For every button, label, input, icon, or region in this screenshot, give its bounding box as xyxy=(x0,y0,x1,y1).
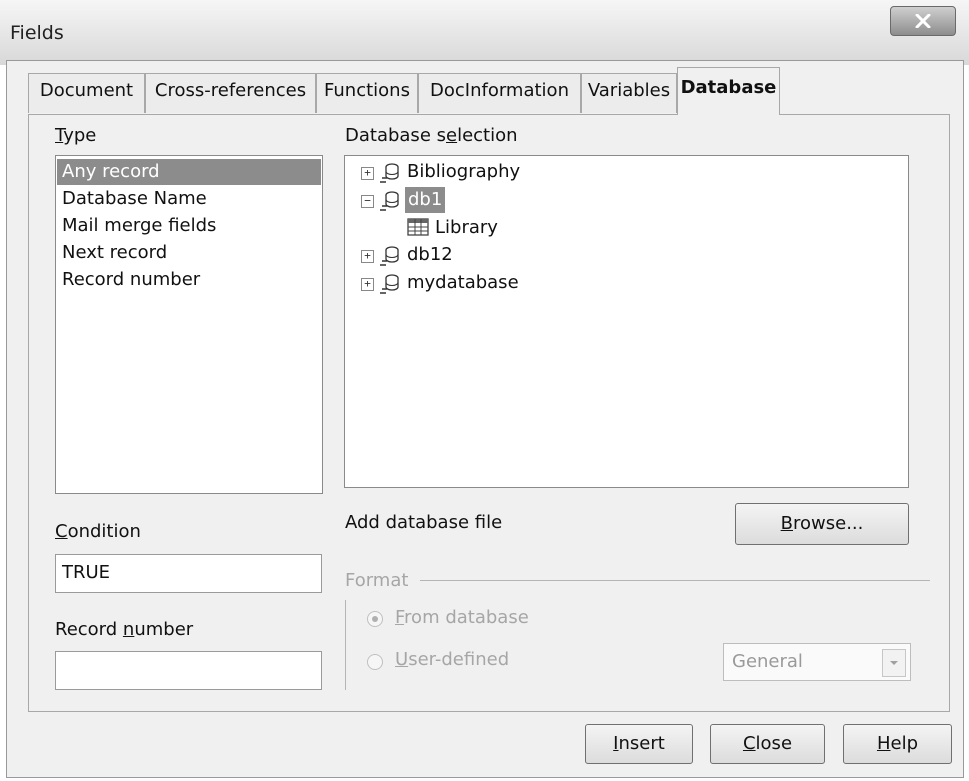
from-database-label: From database xyxy=(395,607,529,628)
format-divider xyxy=(420,580,930,581)
type-item-database-name[interactable]: Database Name xyxy=(62,186,207,212)
close-icon xyxy=(915,14,931,28)
record-number-label: Record number xyxy=(55,619,194,640)
fields-dialog: Fields Document Cross-references Functio… xyxy=(0,0,969,781)
tab-document[interactable]: Document xyxy=(28,73,145,113)
expand-icon[interactable]: + xyxy=(361,278,374,291)
format-select-value: General xyxy=(732,651,803,672)
format-group-border xyxy=(345,600,346,690)
from-database-radio[interactable] xyxy=(367,611,383,627)
user-defined-label: User-defined xyxy=(395,649,510,670)
expand-icon[interactable]: + xyxy=(361,250,374,263)
type-item-next-record[interactable]: Next record xyxy=(62,240,167,266)
database-icon xyxy=(380,246,399,266)
database-icon xyxy=(380,274,399,294)
close-window-button[interactable] xyxy=(890,6,956,36)
close-button[interactable]: Close xyxy=(710,724,825,764)
database-selection-label: Database selection xyxy=(345,125,518,146)
type-item-record-number[interactable]: Record number xyxy=(62,267,200,293)
user-defined-radio[interactable] xyxy=(367,654,383,670)
record-number-input[interactable] xyxy=(55,651,322,690)
condition-input[interactable]: TRUE xyxy=(55,554,322,593)
tree-item-library[interactable]: Library xyxy=(435,215,498,241)
table-icon xyxy=(407,218,429,236)
type-item-any-record[interactable]: Any record xyxy=(57,159,321,185)
insert-button[interactable]: Insert xyxy=(585,724,693,764)
help-button[interactable]: Help xyxy=(843,724,952,764)
expand-icon[interactable]: + xyxy=(361,167,374,180)
tree-item-bibliography[interactable]: Bibliography xyxy=(407,159,520,185)
chevron-down-icon xyxy=(882,649,906,677)
type-listbox[interactable]: Any record Database Name Mail merge fiel… xyxy=(55,155,323,494)
type-item-mail-merge-fields[interactable]: Mail merge fields xyxy=(62,213,216,239)
database-icon xyxy=(380,163,399,183)
type-label: Type xyxy=(55,125,97,146)
title-bar: Fields xyxy=(0,0,969,65)
condition-label: Condition xyxy=(55,521,141,542)
database-icon xyxy=(380,191,399,211)
tree-item-mydatabase[interactable]: mydatabase xyxy=(407,270,519,296)
browse-button[interactable]: Browse... xyxy=(735,503,909,545)
tab-cross-references[interactable]: Cross-references xyxy=(145,73,316,113)
tab-docinformation[interactable]: DocInformation xyxy=(418,73,581,113)
database-tree[interactable]: + Bibliography − db1 Library + db12 + my… xyxy=(344,155,909,488)
tree-item-db1[interactable]: db1 xyxy=(405,187,446,213)
format-label: Format xyxy=(345,570,409,591)
tab-variables[interactable]: Variables xyxy=(581,73,677,113)
tree-item-db12[interactable]: db12 xyxy=(407,242,453,268)
add-database-file-label: Add database file xyxy=(345,512,503,533)
window-title: Fields xyxy=(10,22,64,44)
tab-functions[interactable]: Functions xyxy=(316,73,418,113)
format-select[interactable]: General xyxy=(723,643,911,681)
tab-database[interactable]: Database xyxy=(677,67,780,115)
collapse-icon[interactable]: − xyxy=(361,195,374,208)
